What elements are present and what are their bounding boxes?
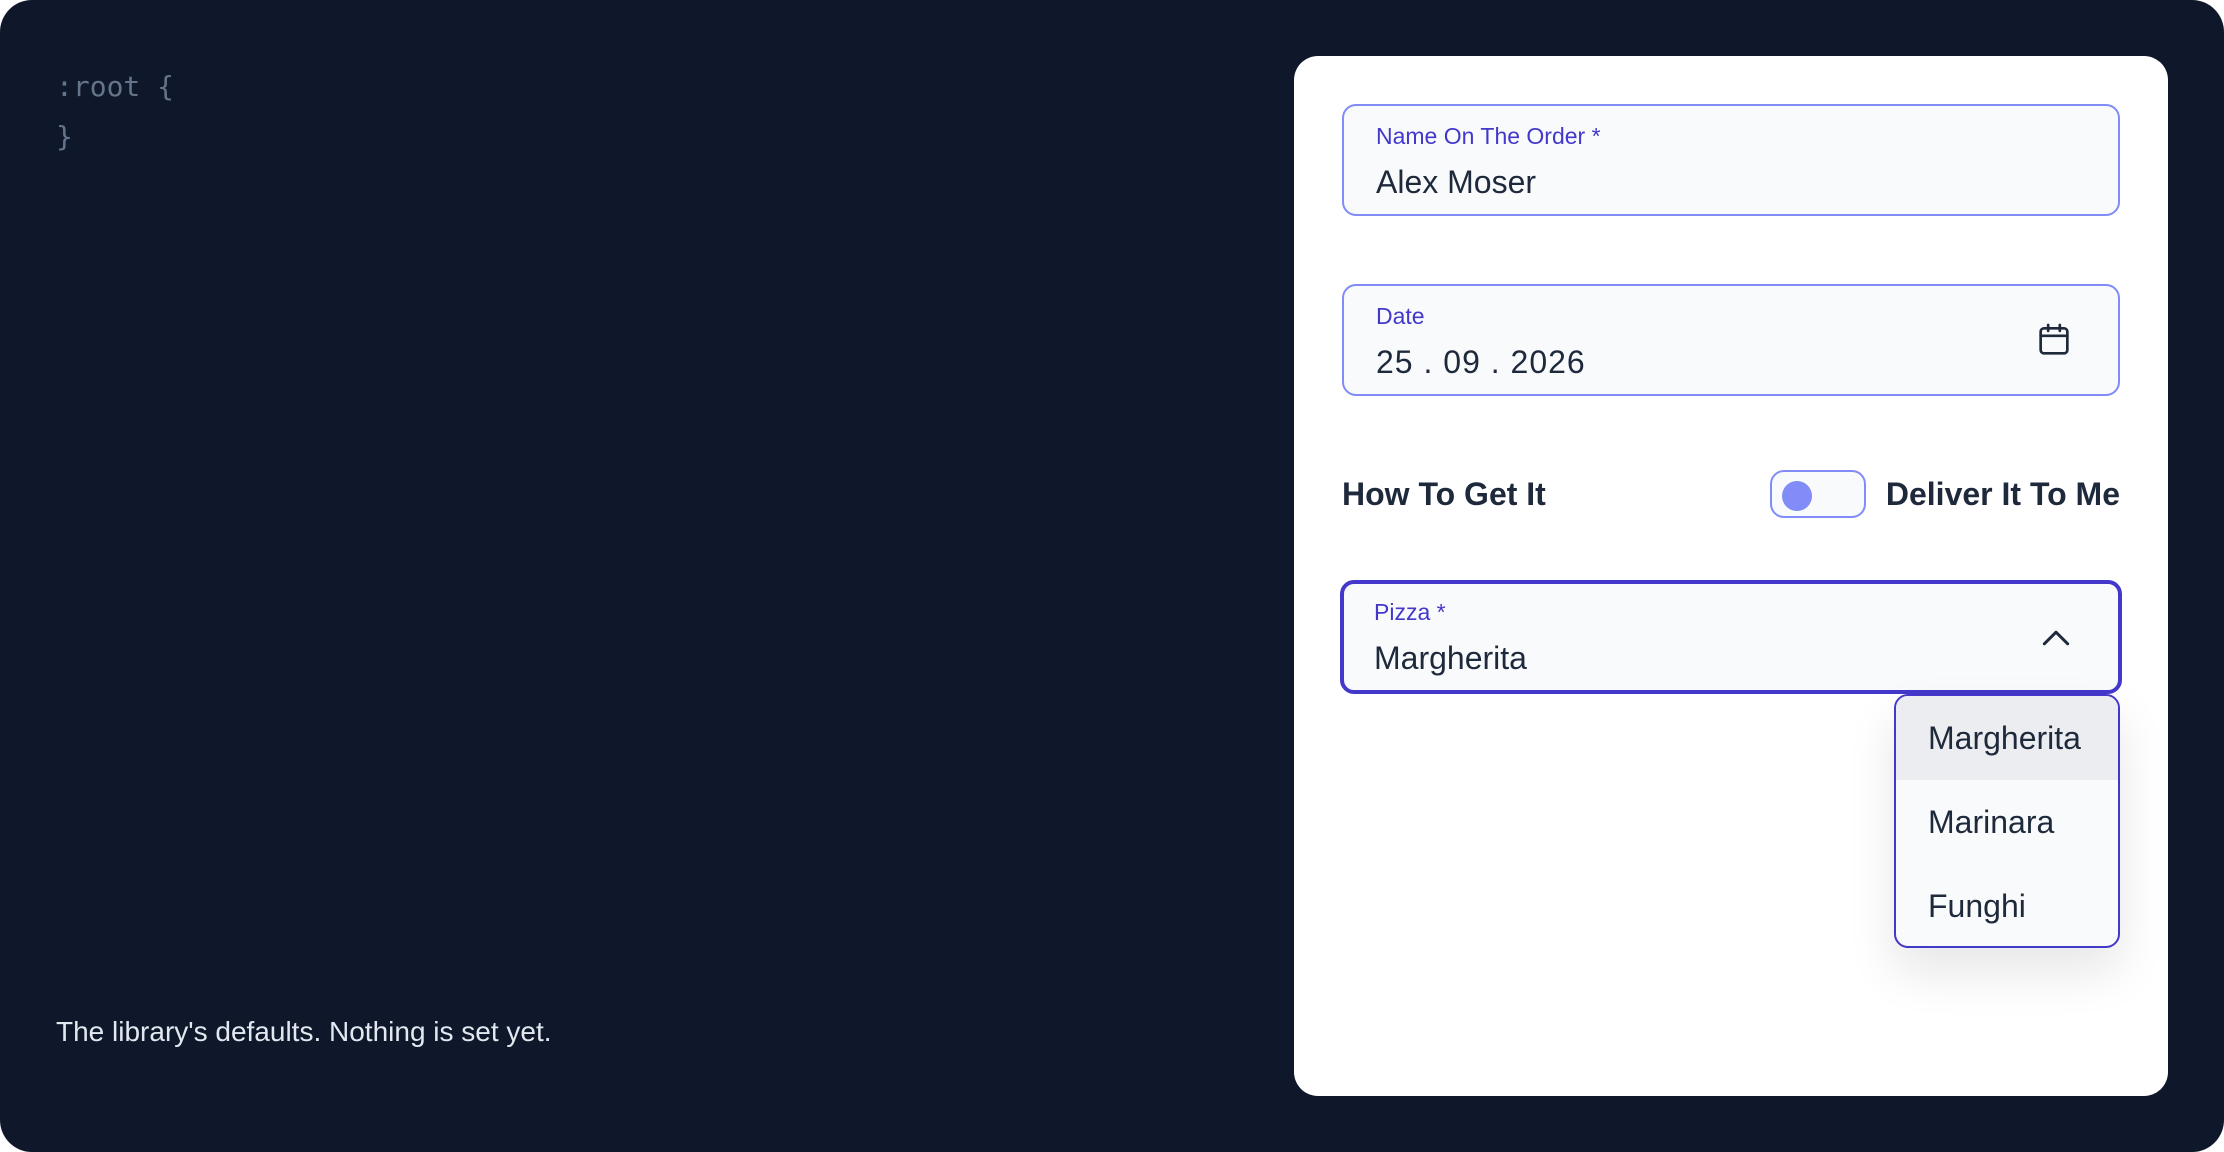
pizza-select-value: Margherita <box>1374 640 1527 676</box>
pizza-options-list: Margherita Marinara Funghi <box>1894 694 2120 948</box>
date-field[interactable]: Date 25 . 09 . 2026 <box>1342 284 2120 396</box>
toggle-knob <box>1782 481 1812 511</box>
date-field-label: Date <box>1376 303 1425 329</box>
chevron-up-icon[interactable] <box>2036 618 2076 658</box>
pizza-select[interactable]: Pizza * Margherita <box>1340 580 2122 694</box>
pizza-option-funghi[interactable]: Funghi <box>1896 864 2118 946</box>
name-field-label: Name On The Order * <box>1376 123 1601 149</box>
code-line: } <box>56 120 73 153</box>
delivery-toggle[interactable] <box>1770 470 1866 518</box>
name-field[interactable]: Name On The Order * Alex Moser <box>1342 104 2120 216</box>
code-block: :root { } <box>56 62 174 162</box>
app-frame: :root { } The library's defaults. Nothin… <box>0 0 2224 1152</box>
date-field-value[interactable]: 25 . 09 . 2026 <box>1376 340 1586 384</box>
delivery-toggle-label[interactable]: Deliver It To Me <box>1886 474 2120 514</box>
delivery-row: How To Get It Deliver It To Me <box>1342 464 2120 524</box>
pizza-select-label: Pizza * <box>1374 599 1446 625</box>
pizza-option-marinara[interactable]: Marinara <box>1896 780 2118 864</box>
name-field-value[interactable]: Alex Moser <box>1376 160 1536 204</box>
pizza-option-margherita[interactable]: Margherita <box>1896 696 2118 780</box>
calendar-icon[interactable] <box>2034 320 2074 360</box>
form-panel: Name On The Order * Alex Moser Date 25 .… <box>1294 56 2168 1096</box>
caption-text: The library's defaults. Nothing is set y… <box>56 1016 552 1047</box>
code-line: :root { <box>56 70 175 103</box>
delivery-title: How To Get It <box>1342 476 1546 512</box>
